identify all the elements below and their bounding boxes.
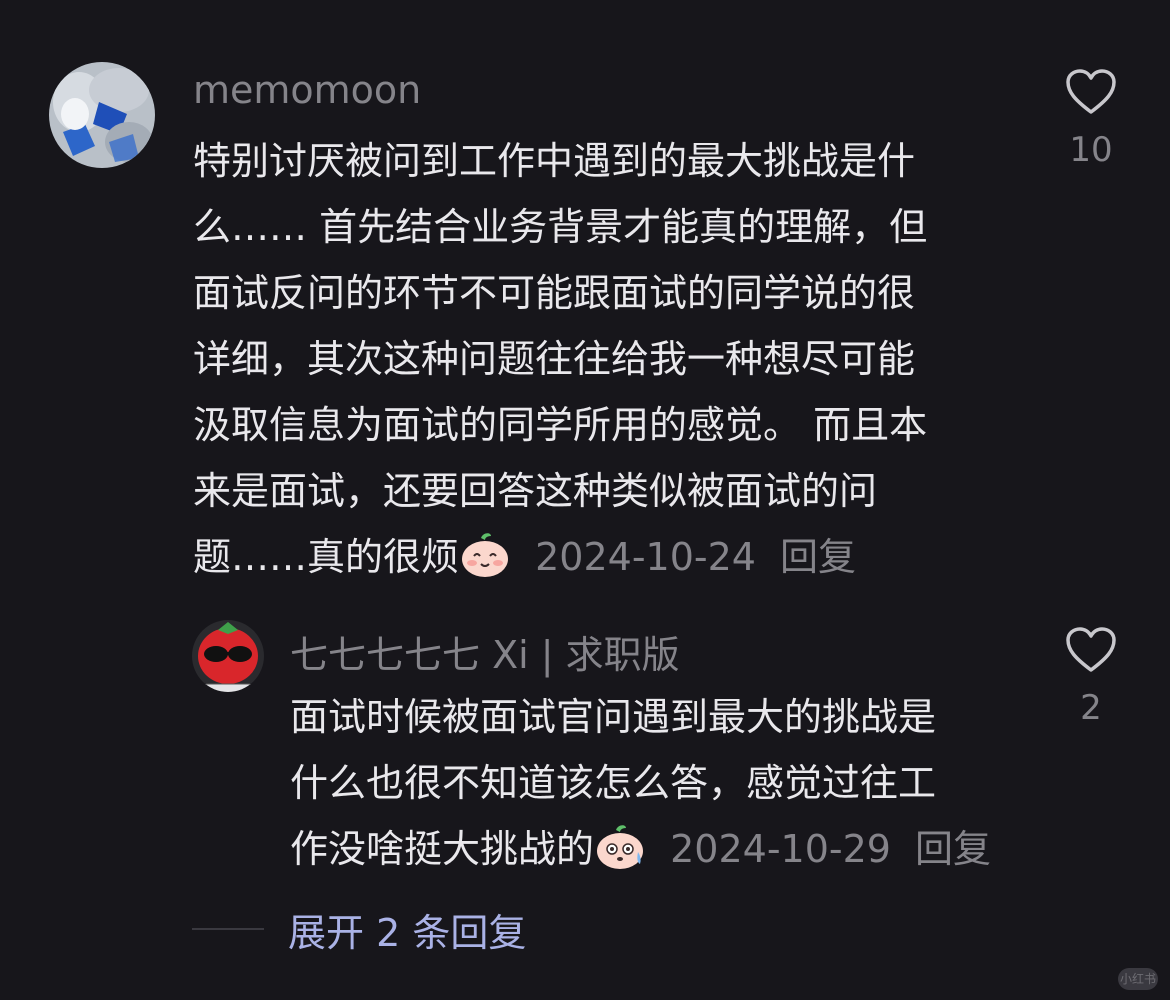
like-count: 2 xyxy=(1080,688,1102,728)
reply-line: 什么也很不知道该怎么答，感觉过往工 xyxy=(290,761,937,805)
reply-line: 面试时候被面试官问遇到最大的挑战是 xyxy=(290,695,937,739)
comment-username[interactable]: memomoon xyxy=(193,68,421,112)
comment-thread: memomoon 特别讨厌被问到工作中遇到的最大挑战是什 么…… 首先结合业务背… xyxy=(0,0,1170,1000)
reply-like[interactable]: 2 xyxy=(1056,626,1126,728)
reply-reply-button[interactable]: 回复 xyxy=(915,827,991,871)
sweating-peach-emoji xyxy=(594,822,646,890)
expand-replies-label[interactable]: 展开 2 条回复 xyxy=(288,902,526,957)
heart-icon[interactable] xyxy=(1065,68,1117,116)
comment-reply-button[interactable]: 回复 xyxy=(780,535,856,579)
comment-date: 2024-10-24 xyxy=(535,535,756,579)
reply-last-line: 作没啥挺大挑战的 2024-10-29 回复 xyxy=(290,816,991,890)
comment-text: 特别讨厌被问到工作中遇到的最大挑战是什 么…… 首先结合业务背景才能真的理解，但… xyxy=(193,128,927,598)
comment-last-text: 题……真的很烦 xyxy=(193,535,460,579)
comment-line: 详细，其次这种问题往往给我一种想尽可能 xyxy=(193,337,916,381)
comment-line: 么…… 首先结合业务背景才能真的理解，但 xyxy=(193,205,928,249)
like-count: 10 xyxy=(1069,130,1113,170)
comment-line: 汲取信息为面试的同学所用的感觉。 而且本 xyxy=(193,403,928,447)
reply-avatar[interactable] xyxy=(192,620,264,692)
comment-last-line: 题……真的很烦 2024-10-24 回复 xyxy=(193,524,927,598)
reply-username[interactable]: 七七七七七 Xi | 求职版 xyxy=(290,624,680,679)
comment-line: 特别讨厌被问到工作中遇到的最大挑战是什 xyxy=(193,139,916,183)
reply-date: 2024-10-29 xyxy=(670,827,891,871)
reply-text: 面试时候被面试官问遇到最大的挑战是 什么也很不知道该怎么答，感觉过往工 作没啥挺… xyxy=(290,684,991,890)
heart-icon[interactable] xyxy=(1065,626,1117,674)
expand-replies[interactable]: 展开 2 条回复 xyxy=(192,902,526,957)
comment-like[interactable]: 10 xyxy=(1056,68,1126,170)
comment-line: 面试反问的环节不可能跟面试的同学说的很 xyxy=(193,271,916,315)
smiling-peach-emoji xyxy=(459,530,511,598)
divider xyxy=(192,928,264,930)
reply-last-text: 作没啥挺大挑战的 xyxy=(290,827,595,871)
avatar[interactable] xyxy=(49,62,155,168)
comment-line: 来是面试，还要回答这种类似被面试的问 xyxy=(193,469,878,513)
watermark-logo: 小红书 xyxy=(1118,968,1158,990)
